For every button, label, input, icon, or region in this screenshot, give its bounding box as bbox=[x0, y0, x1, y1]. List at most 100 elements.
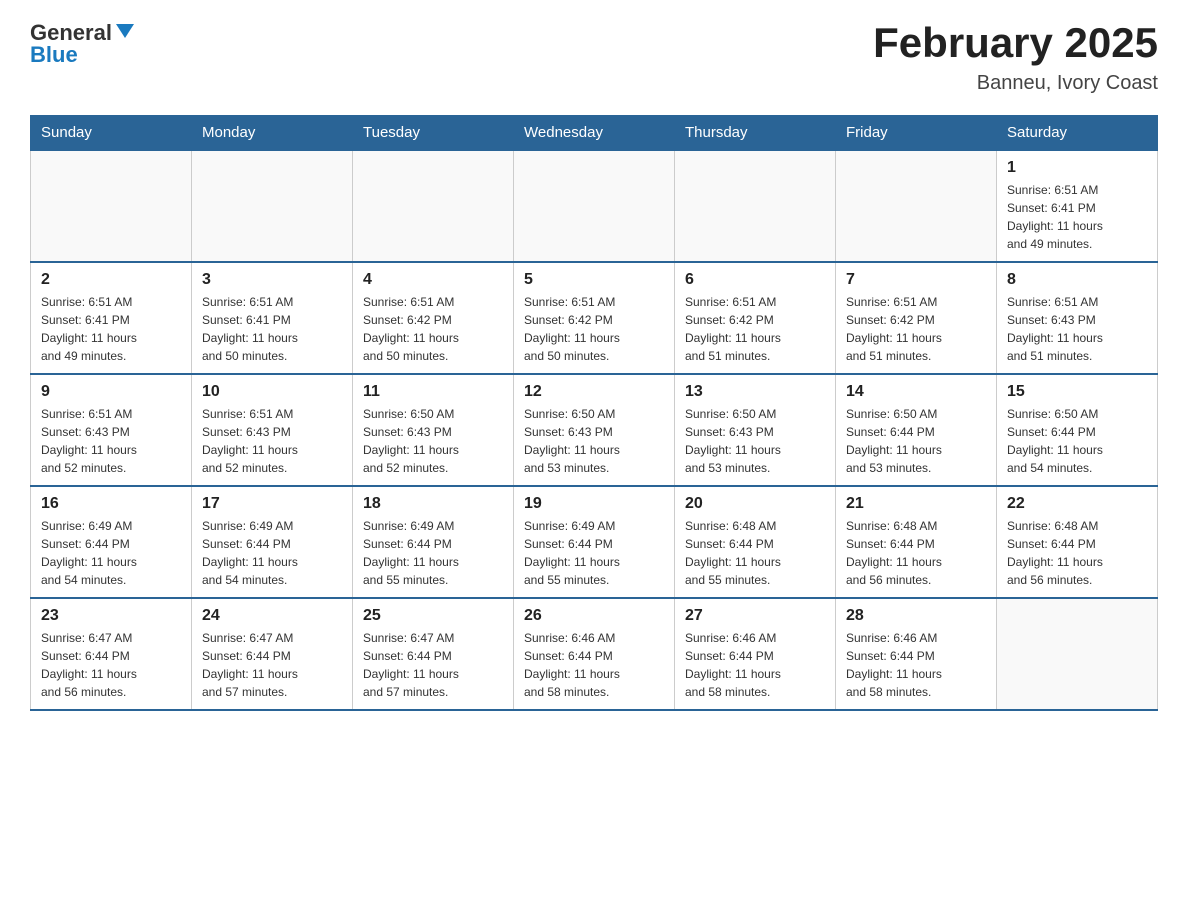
day-info: Sunrise: 6:49 AM Sunset: 6:44 PM Dayligh… bbox=[524, 517, 664, 589]
day-info: Sunrise: 6:48 AM Sunset: 6:44 PM Dayligh… bbox=[685, 517, 825, 589]
day-number: 15 bbox=[1007, 383, 1147, 401]
week-row-4: 16Sunrise: 6:49 AM Sunset: 6:44 PM Dayli… bbox=[31, 486, 1158, 598]
table-cell: 15 Sunrise: 6:50 AM Sunset: 6:44 PM Dayli… bbox=[997, 374, 1158, 486]
day-info: Sunrise: 6:49 AM Sunset: 6:44 PM Dayligh… bbox=[202, 517, 342, 589]
day-number: 5 bbox=[524, 271, 664, 289]
table-cell bbox=[836, 150, 997, 262]
month-title: February 2025 bbox=[873, 20, 1158, 66]
logo: General Blue bbox=[30, 20, 134, 68]
table-cell bbox=[353, 150, 514, 262]
table-cell: 9 Sunrise: 6:51 AM Sunset: 6:43 PM Daylig… bbox=[31, 374, 192, 486]
header-monday: Monday bbox=[192, 116, 353, 151]
table-cell: 7Sunrise: 6:51 AM Sunset: 6:42 PM Daylig… bbox=[836, 262, 997, 374]
day-info: Sunrise: 6:50 AM Sunset: 6:43 PM Dayligh… bbox=[524, 405, 664, 477]
day-info: Sunrise: 6:46 AM Sunset: 6:44 PM Dayligh… bbox=[846, 629, 986, 701]
logo-triangle-icon bbox=[116, 24, 134, 43]
day-number: 12 bbox=[524, 383, 664, 401]
header-saturday: Saturday bbox=[997, 116, 1158, 151]
week-row-1: 1 Sunrise: 6:51 AM Sunset: 6:41 PM Daylig… bbox=[31, 150, 1158, 262]
day-info: Sunrise: 6:47 AM Sunset: 6:44 PM Dayligh… bbox=[363, 629, 503, 701]
day-number: 17 bbox=[202, 495, 342, 513]
table-cell: 5Sunrise: 6:51 AM Sunset: 6:42 PM Daylig… bbox=[514, 262, 675, 374]
table-cell bbox=[192, 150, 353, 262]
day-info: Sunrise: 6:51 AM Sunset: 6:42 PM Dayligh… bbox=[685, 293, 825, 365]
logo-blue-text: Blue bbox=[30, 42, 78, 68]
day-info: Sunrise: 6:49 AM Sunset: 6:44 PM Dayligh… bbox=[41, 517, 181, 589]
day-number: 2 bbox=[41, 271, 181, 289]
title-block: February 2025 Banneu, Ivory Coast bbox=[873, 20, 1158, 95]
page-header: General Blue February 2025 Banneu, Ivory… bbox=[30, 20, 1158, 95]
table-cell: 17 Sunrise: 6:49 AM Sunset: 6:44 PM Dayli… bbox=[192, 486, 353, 598]
table-cell: 22 Sunrise: 6:48 AM Sunset: 6:44 PM Dayli… bbox=[997, 486, 1158, 598]
table-cell: 27 Sunrise: 6:46 AM Sunset: 6:44 PM Dayli… bbox=[675, 598, 836, 710]
day-info: Sunrise: 6:51 AM Sunset: 6:42 PM Dayligh… bbox=[846, 293, 986, 365]
table-cell: 16Sunrise: 6:49 AM Sunset: 6:44 PM Dayli… bbox=[31, 486, 192, 598]
day-number: 25 bbox=[363, 607, 503, 625]
table-cell: 4 Sunrise: 6:51 AM Sunset: 6:42 PM Daylig… bbox=[353, 262, 514, 374]
day-number: 21 bbox=[846, 495, 986, 513]
table-cell: 3Sunrise: 6:51 AM Sunset: 6:41 PM Daylig… bbox=[192, 262, 353, 374]
table-cell: 1 Sunrise: 6:51 AM Sunset: 6:41 PM Daylig… bbox=[997, 150, 1158, 262]
header-wednesday: Wednesday bbox=[514, 116, 675, 151]
table-cell: 26Sunrise: 6:46 AM Sunset: 6:44 PM Dayli… bbox=[514, 598, 675, 710]
day-number: 9 bbox=[41, 383, 181, 401]
table-cell: 14 Sunrise: 6:50 AM Sunset: 6:44 PM Dayli… bbox=[836, 374, 997, 486]
day-number: 22 bbox=[1007, 495, 1147, 513]
day-info: Sunrise: 6:51 AM Sunset: 6:43 PM Dayligh… bbox=[1007, 293, 1147, 365]
day-info: Sunrise: 6:46 AM Sunset: 6:44 PM Dayligh… bbox=[524, 629, 664, 701]
day-info: Sunrise: 6:50 AM Sunset: 6:44 PM Dayligh… bbox=[1007, 405, 1147, 477]
table-cell: 10Sunrise: 6:51 AM Sunset: 6:43 PM Dayli… bbox=[192, 374, 353, 486]
table-cell: 11 Sunrise: 6:50 AM Sunset: 6:43 PM Dayli… bbox=[353, 374, 514, 486]
day-number: 11 bbox=[363, 383, 503, 401]
day-info: Sunrise: 6:51 AM Sunset: 6:42 PM Dayligh… bbox=[363, 293, 503, 365]
table-cell: 12 Sunrise: 6:50 AM Sunset: 6:43 PM Dayli… bbox=[514, 374, 675, 486]
day-info: Sunrise: 6:51 AM Sunset: 6:41 PM Dayligh… bbox=[41, 293, 181, 365]
day-info: Sunrise: 6:51 AM Sunset: 6:43 PM Dayligh… bbox=[41, 405, 181, 477]
day-info: Sunrise: 6:47 AM Sunset: 6:44 PM Dayligh… bbox=[202, 629, 342, 701]
table-cell: 19 Sunrise: 6:49 AM Sunset: 6:44 PM Dayli… bbox=[514, 486, 675, 598]
day-number: 28 bbox=[846, 607, 986, 625]
day-info: Sunrise: 6:50 AM Sunset: 6:43 PM Dayligh… bbox=[685, 405, 825, 477]
table-cell: 25 Sunrise: 6:47 AM Sunset: 6:44 PM Dayli… bbox=[353, 598, 514, 710]
day-number: 20 bbox=[685, 495, 825, 513]
day-number: 19 bbox=[524, 495, 664, 513]
location: Banneu, Ivory Coast bbox=[873, 72, 1158, 95]
table-cell: 21 Sunrise: 6:48 AM Sunset: 6:44 PM Dayli… bbox=[836, 486, 997, 598]
week-row-5: 23 Sunrise: 6:47 AM Sunset: 6:44 PM Dayli… bbox=[31, 598, 1158, 710]
table-cell: 8Sunrise: 6:51 AM Sunset: 6:43 PM Daylig… bbox=[997, 262, 1158, 374]
day-info: Sunrise: 6:46 AM Sunset: 6:44 PM Dayligh… bbox=[685, 629, 825, 701]
week-row-3: 9 Sunrise: 6:51 AM Sunset: 6:43 PM Daylig… bbox=[31, 374, 1158, 486]
table-cell bbox=[514, 150, 675, 262]
header-thursday: Thursday bbox=[675, 116, 836, 151]
week-row-2: 2 Sunrise: 6:51 AM Sunset: 6:41 PM Daylig… bbox=[31, 262, 1158, 374]
table-cell: 24 Sunrise: 6:47 AM Sunset: 6:44 PM Dayli… bbox=[192, 598, 353, 710]
table-cell bbox=[31, 150, 192, 262]
table-cell bbox=[997, 598, 1158, 710]
calendar-header-row: SundayMondayTuesdayWednesdayThursdayFrid… bbox=[31, 116, 1158, 151]
day-number: 6 bbox=[685, 271, 825, 289]
day-number: 27 bbox=[685, 607, 825, 625]
table-cell: 13Sunrise: 6:50 AM Sunset: 6:43 PM Dayli… bbox=[675, 374, 836, 486]
table-cell: 18Sunrise: 6:49 AM Sunset: 6:44 PM Dayli… bbox=[353, 486, 514, 598]
day-number: 4 bbox=[363, 271, 503, 289]
day-info: Sunrise: 6:48 AM Sunset: 6:44 PM Dayligh… bbox=[1007, 517, 1147, 589]
table-cell: 2 Sunrise: 6:51 AM Sunset: 6:41 PM Daylig… bbox=[31, 262, 192, 374]
day-info: Sunrise: 6:51 AM Sunset: 6:41 PM Dayligh… bbox=[1007, 181, 1147, 253]
day-info: Sunrise: 6:50 AM Sunset: 6:44 PM Dayligh… bbox=[846, 405, 986, 477]
day-number: 1 bbox=[1007, 159, 1147, 177]
day-number: 23 bbox=[41, 607, 181, 625]
day-info: Sunrise: 6:47 AM Sunset: 6:44 PM Dayligh… bbox=[41, 629, 181, 701]
table-cell: 28 Sunrise: 6:46 AM Sunset: 6:44 PM Dayli… bbox=[836, 598, 997, 710]
table-cell: 20 Sunrise: 6:48 AM Sunset: 6:44 PM Dayli… bbox=[675, 486, 836, 598]
calendar-table: SundayMondayTuesdayWednesdayThursdayFrid… bbox=[30, 115, 1158, 711]
table-cell: 6 Sunrise: 6:51 AM Sunset: 6:42 PM Daylig… bbox=[675, 262, 836, 374]
day-info: Sunrise: 6:48 AM Sunset: 6:44 PM Dayligh… bbox=[846, 517, 986, 589]
day-info: Sunrise: 6:49 AM Sunset: 6:44 PM Dayligh… bbox=[363, 517, 503, 589]
day-number: 24 bbox=[202, 607, 342, 625]
day-info: Sunrise: 6:50 AM Sunset: 6:43 PM Dayligh… bbox=[363, 405, 503, 477]
header-tuesday: Tuesday bbox=[353, 116, 514, 151]
day-number: 14 bbox=[846, 383, 986, 401]
header-friday: Friday bbox=[836, 116, 997, 151]
day-info: Sunrise: 6:51 AM Sunset: 6:41 PM Dayligh… bbox=[202, 293, 342, 365]
day-number: 10 bbox=[202, 383, 342, 401]
